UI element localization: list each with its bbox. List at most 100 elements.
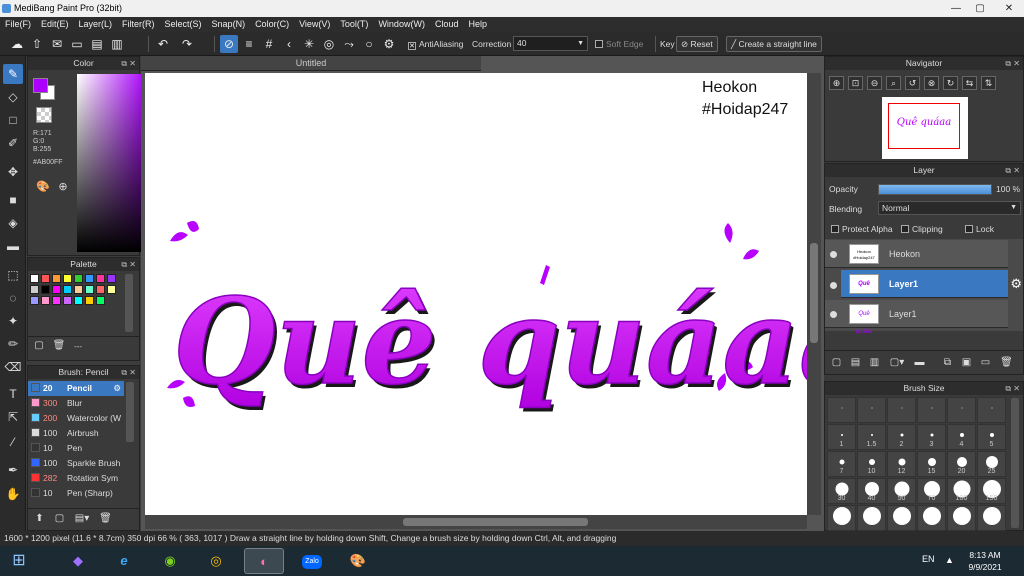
menu-tool[interactable]: Tool(T)	[335, 17, 373, 32]
zoom-in-icon[interactable]: ⊕	[829, 76, 844, 90]
select-eraser-icon[interactable]: ⌫	[3, 357, 23, 377]
protect-alpha-checkbox[interactable]	[831, 225, 839, 233]
palette-color-swatch[interactable]	[74, 285, 83, 294]
brush-size-cell[interactable]: 70	[917, 478, 946, 504]
layer-visibility-icon[interactable]	[830, 251, 837, 258]
brush-size-cell[interactable]: 1.5	[857, 424, 886, 450]
zalo-icon[interactable]: Zalo	[292, 548, 332, 574]
folder-icon[interactable]: ▬	[912, 355, 927, 370]
zoom-fit-icon[interactable]: ⊡	[848, 76, 863, 90]
menu-help[interactable]: Help	[463, 17, 492, 32]
brush-size-cell[interactable]	[917, 505, 946, 531]
snap-settings-icon[interactable]: ⚙	[380, 35, 398, 53]
new-brush-icon[interactable]: ▢	[52, 511, 67, 526]
panel-options-icon[interactable]: ⧉ ✕	[121, 366, 136, 379]
brush-size-cell[interactable]	[947, 505, 976, 531]
menu-layer[interactable]: Layer(L)	[74, 17, 118, 32]
palette-color-swatch[interactable]	[41, 285, 50, 294]
layer-visibility-icon[interactable]	[830, 282, 837, 289]
palette-color-swatch[interactable]	[85, 274, 94, 283]
start-button-icon[interactable]: ⊞	[2, 548, 36, 574]
eyedropper-tool-icon[interactable]: ⁄	[3, 432, 23, 452]
soft-edge-toggle[interactable]: Soft Edge	[595, 32, 643, 56]
canvas-vertical-scrollbar[interactable]	[807, 73, 821, 515]
parallel-snap-icon[interactable]: ≡	[240, 35, 258, 53]
palette-color-swatch[interactable]	[85, 285, 94, 294]
antialiasing-toggle[interactable]: ✕ AntiAliasing	[408, 32, 463, 56]
correction-select[interactable]: 40 ▼	[513, 36, 588, 51]
layer-row-selected[interactable]: Quê quáaa Layer1 ⚙	[841, 270, 1022, 305]
add-layer-menu-icon[interactable]: ▢▾	[886, 355, 908, 370]
internet-explorer-icon[interactable]: e	[104, 548, 144, 574]
menu-edit[interactable]: Edit(E)	[36, 17, 74, 32]
lock-toggle[interactable]: Lock	[965, 224, 994, 234]
coc-coc-browser-icon[interactable]: ◉	[150, 548, 190, 574]
rotate-left-icon[interactable]: ↺	[905, 76, 920, 90]
layer-more-icon[interactable]: ▭	[978, 355, 993, 370]
create-straight-line-button[interactable]: ╱ Create a straight line	[726, 36, 822, 52]
lasso-tool-icon[interactable]: ◌	[3, 288, 23, 308]
menu-window[interactable]: Window(W)	[373, 17, 430, 32]
menu-select[interactable]: Select(S)	[160, 17, 207, 32]
brush-size-cell[interactable]	[917, 397, 946, 423]
gradient-tool-icon[interactable]: ▬	[3, 236, 23, 256]
actual-size-icon[interactable]: ⌕	[886, 76, 901, 90]
palette-color-swatch[interactable]	[41, 296, 50, 305]
palette-color-swatch[interactable]	[30, 274, 39, 283]
color-picker-icon[interactable]: ⊕	[53, 177, 73, 197]
drawing-canvas[interactable]: Heokon #Hoidap247 Quê quáaa Quê quáaa	[145, 73, 807, 515]
panel-options-icon[interactable]: ⧉ ✕	[1005, 57, 1020, 70]
document-list-icon[interactable]: ▥	[108, 35, 126, 53]
palette-color-swatch[interactable]	[107, 285, 116, 294]
brush-size-cell[interactable]: 4	[947, 424, 976, 450]
circle-snap-icon[interactable]: ○	[360, 35, 378, 53]
trash-icon[interactable]: 🗑	[52, 339, 66, 353]
brush-size-cell[interactable]: 12	[887, 451, 916, 477]
brush-size-cell[interactable]	[887, 397, 916, 423]
magic-wand-icon[interactable]: ✦	[3, 311, 23, 331]
menu-filter[interactable]: Filter(R)	[117, 17, 160, 32]
brush-size-cell[interactable]: 50	[887, 478, 916, 504]
new-palette-icon[interactable]: ▢	[32, 339, 46, 353]
palette-color-swatch[interactable]	[96, 285, 105, 294]
brush-size-cell[interactable]	[857, 505, 886, 531]
chat-icon[interactable]: ✉	[48, 35, 66, 53]
clipping-toggle[interactable]: Clipping	[901, 224, 943, 234]
protect-alpha-toggle[interactable]: Protect Alpha	[831, 224, 893, 234]
flip-vertical-icon[interactable]: ⇅	[981, 76, 996, 90]
panel-options-icon[interactable]: ⧉ ✕	[1005, 382, 1020, 395]
opacity-slider[interactable]	[878, 184, 992, 195]
clipping-checkbox[interactable]	[901, 225, 909, 233]
reset-button[interactable]: ⊘ Reset	[676, 36, 718, 52]
brush-list-item[interactable]: 200 Watercolor (W	[28, 411, 124, 426]
radial-snap-icon[interactable]: ✳	[300, 35, 318, 53]
brush-size-cell[interactable]: 10	[857, 451, 886, 477]
perspective-snap-icon[interactable]: ‹	[280, 35, 298, 53]
blending-select[interactable]: Normal ▼	[878, 201, 1021, 215]
minimize-button[interactable]: —	[944, 0, 968, 17]
new-halftone-layer-icon[interactable]: ▤	[848, 355, 863, 370]
brush-size-cell[interactable]	[977, 505, 1006, 531]
foreground-color-swatch[interactable]	[33, 78, 48, 93]
brush-size-cell[interactable]: 2	[887, 424, 916, 450]
hand-tool-icon[interactable]: ✋	[3, 484, 23, 504]
cloud-icon[interactable]: ☁	[8, 35, 26, 53]
language-indicator[interactable]: EN	[922, 554, 935, 564]
color-palette-icon[interactable]: 🎨	[33, 177, 53, 197]
brush-import-icon[interactable]: ▤▾	[72, 511, 92, 526]
menu-snap[interactable]: Snap(N)	[207, 17, 251, 32]
palette-color-swatch[interactable]	[63, 296, 72, 305]
dot-brush-icon[interactable]: ✐	[3, 133, 23, 153]
brush-size-cell[interactable]: 5	[977, 424, 1006, 450]
chrome-icon[interactable]: ◎	[196, 548, 236, 574]
brush-size-cell[interactable]: 7	[827, 451, 856, 477]
brush-list-item[interactable]: 100 Airbrush	[28, 426, 124, 441]
rotate-right-icon[interactable]: ↻	[943, 76, 958, 90]
panel-options-icon[interactable]: ⧉ ✕	[121, 258, 136, 271]
new-layer-icon[interactable]: ▢	[829, 355, 844, 370]
select-marquee-icon[interactable]: ⬚	[3, 265, 23, 285]
brush-size-cell[interactable]	[977, 397, 1006, 423]
brush-add-icon[interactable]: ⬆	[32, 511, 47, 526]
maximize-button[interactable]: ▢	[968, 0, 992, 17]
operation-tool-icon[interactable]: ⇱	[3, 407, 23, 427]
